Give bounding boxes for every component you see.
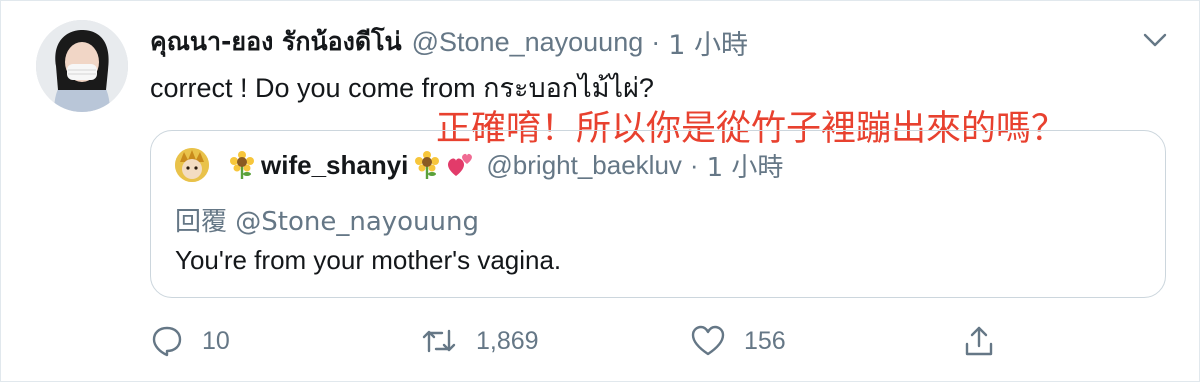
avatar[interactable] — [36, 20, 128, 112]
user-handle[interactable]: @Stone_nayouung — [412, 27, 644, 58]
tweet-header: คุณนา-ยอง รักน้องดีโน่ @Stone_nayouung ·… — [150, 22, 748, 62]
quoted-user-handle[interactable]: @bright_baekluv — [486, 150, 682, 181]
quoted-avatar-image — [175, 148, 209, 182]
quoted-tweet-header: wife_shanyi @bright_baekluv · 1 小時 — [175, 147, 783, 183]
reply-to-label[interactable]: 回覆 @Stone_nayouung — [175, 201, 479, 238]
sunflower-emoji-icon — [415, 151, 440, 179]
caret-down-icon[interactable] — [1140, 28, 1170, 52]
quoted-separator-dot: · — [689, 149, 699, 180]
quoted-avatar[interactable] — [175, 148, 209, 182]
quoted-tweet-text: You're from your mother's vagina. — [175, 245, 562, 275]
like-icon — [691, 325, 725, 356]
retweet-button[interactable]: 1,869 — [420, 320, 539, 362]
quoted-tweet[interactable]: wife_shanyi @bright_baekluv · 1 小時 回覆 @S… — [150, 130, 1166, 298]
retweet-icon — [422, 329, 456, 353]
avatar-image — [36, 20, 128, 112]
reply-icon — [152, 326, 182, 357]
timestamp[interactable]: 1 小時 — [668, 23, 748, 62]
retweet-count: 1,869 — [476, 326, 539, 355]
like-button[interactable]: 156 — [690, 320, 786, 362]
separator-dot: · — [651, 26, 661, 57]
tweet-actions: 10 1,869 156 — [150, 320, 1000, 362]
share-icon — [965, 326, 993, 356]
quoted-timestamp[interactable]: 1 小時 — [707, 147, 784, 184]
share-button[interactable] — [962, 320, 996, 362]
reply-button[interactable]: 10 — [150, 320, 230, 362]
reply-count: 10 — [202, 326, 230, 355]
like-count: 156 — [744, 326, 786, 355]
quoted-display-name[interactable]: wife_shanyi — [261, 150, 408, 181]
hearts-emoji-icon — [448, 153, 473, 176]
display-name[interactable]: คุณนา-ยอง รักน้องดีโน่ — [150, 22, 402, 62]
sunflower-emoji-icon — [230, 151, 254, 179]
